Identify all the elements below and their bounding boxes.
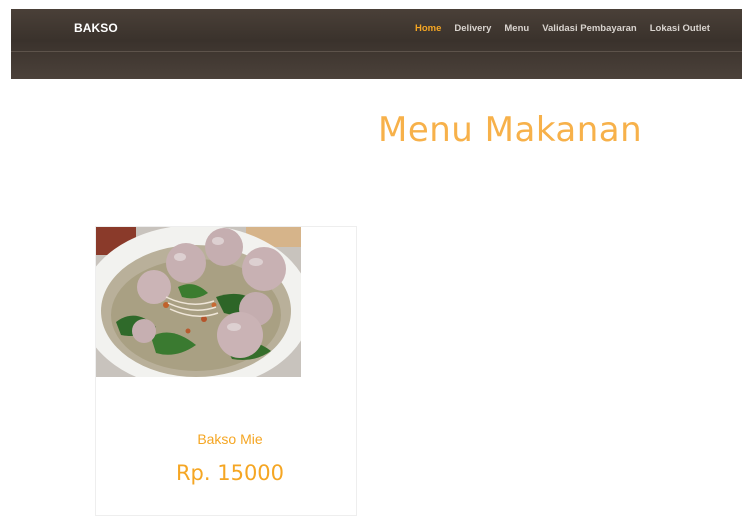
nav-links: Home Delivery Menu Validasi Pembayaran L…	[415, 23, 723, 34]
navbar-divider	[11, 51, 742, 52]
nav-link-lokasi-outlet[interactable]: Lokasi Outlet	[650, 23, 710, 34]
nav-link-home[interactable]: Home	[415, 23, 441, 34]
nav-link-menu[interactable]: Menu	[504, 23, 529, 34]
product-card[interactable]: Bakso Mie Rp. 15000	[95, 226, 357, 516]
nav-link-delivery[interactable]: Delivery	[454, 23, 491, 34]
top-navbar: BAKSO Home Delivery Menu Validasi Pembay…	[11, 9, 742, 79]
product-name: Bakso Mie	[197, 431, 263, 447]
product-price: Rp. 15000	[175, 461, 285, 485]
nav-link-validasi-pembayaran[interactable]: Validasi Pembayaran	[542, 23, 637, 34]
brand-logo[interactable]: BAKSO	[74, 21, 118, 35]
product-image[interactable]	[96, 227, 301, 377]
page-title: Menu Makanan	[378, 110, 643, 150]
bakso-mie-photo	[96, 227, 301, 377]
